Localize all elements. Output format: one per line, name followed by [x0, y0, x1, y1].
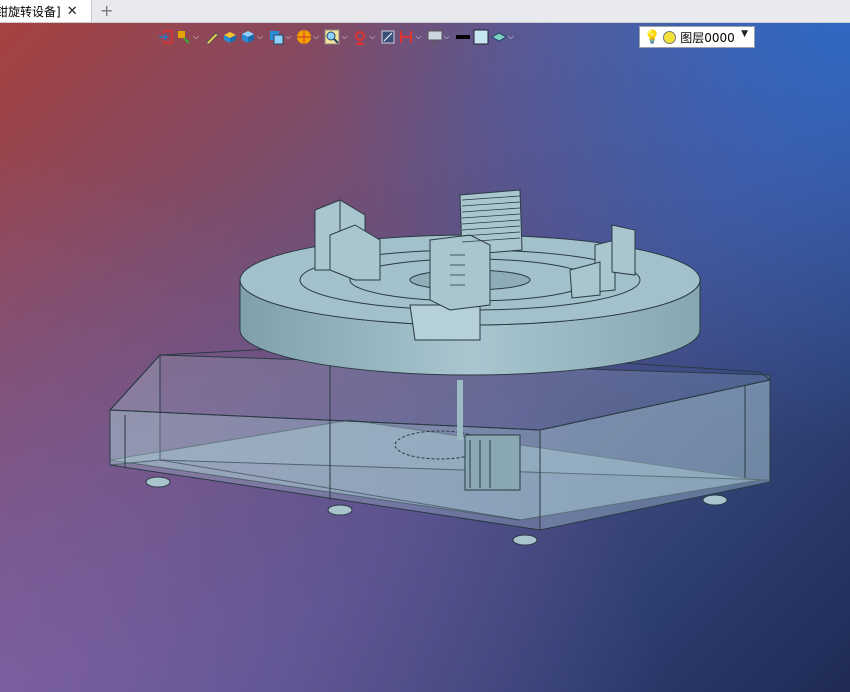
cad-model[interactable]: [0, 0, 850, 692]
